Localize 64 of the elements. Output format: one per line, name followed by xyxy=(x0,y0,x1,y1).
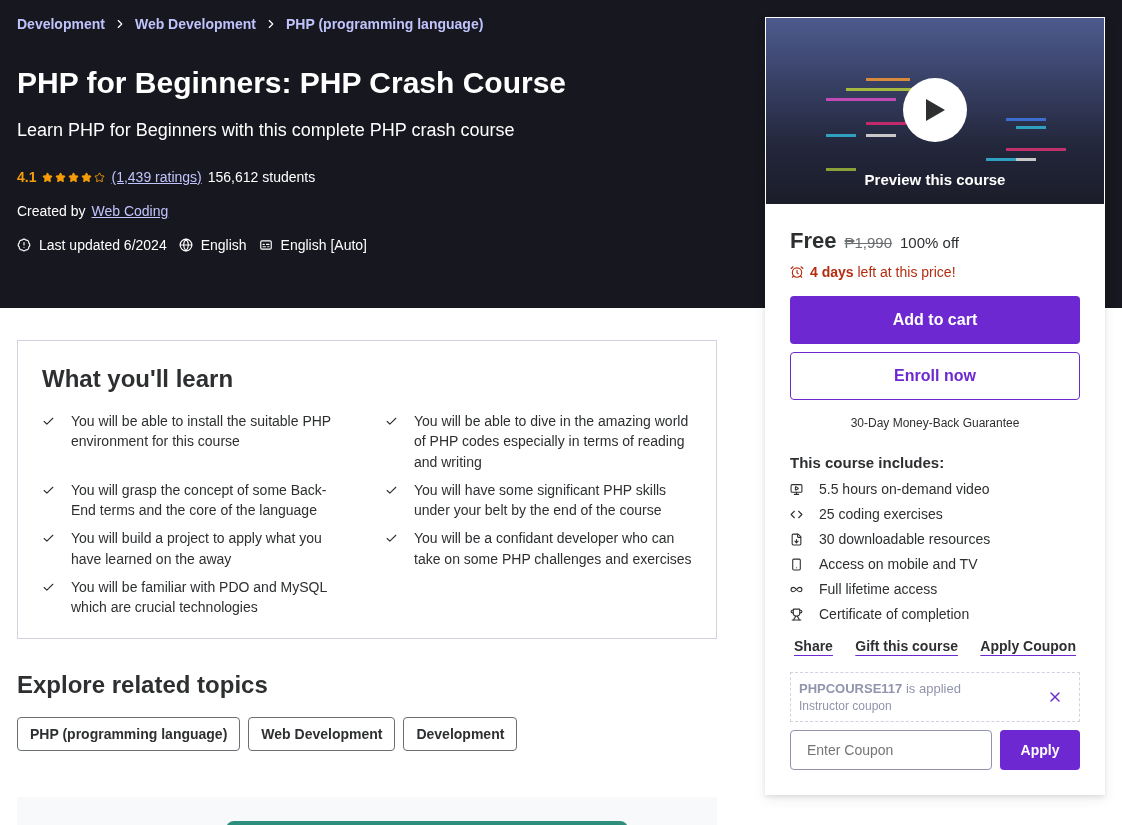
check-icon xyxy=(42,415,55,428)
action-link[interactable]: Apply Coupon xyxy=(980,638,1076,654)
feature-text: Access on mobile and TV xyxy=(819,556,978,572)
enroll-button[interactable]: Enroll now xyxy=(790,352,1080,400)
alarm-clock-icon xyxy=(790,265,804,279)
breadcrumb-link[interactable]: Development xyxy=(17,16,105,32)
action-link[interactable]: Gift this course xyxy=(855,638,958,654)
price: Free xyxy=(790,228,837,254)
breadcrumb-link[interactable]: PHP (programming language) xyxy=(286,16,484,32)
feature-text: 30 downloadable resources xyxy=(819,531,991,547)
feature-text: 25 coding exercises xyxy=(819,506,943,522)
learn-item-text: You will grasp the concept of some Back-End terms and the core of the language xyxy=(71,480,328,521)
feature-text: Certificate of completion xyxy=(819,606,970,622)
feature-text: 5.5 hours on-demand video xyxy=(819,481,990,497)
students-count: 156,612 students xyxy=(207,169,316,185)
globe-icon xyxy=(178,238,193,252)
includes-heading: This course includes: xyxy=(790,454,946,471)
coupon-status: PHPCOURSE117 is applied xyxy=(799,681,961,696)
video-thumbnail[interactable]: Preview this course xyxy=(766,18,1104,204)
feature-icon xyxy=(790,607,803,621)
topic-button[interactable]: Development xyxy=(403,716,518,751)
apply-button[interactable]: Apply xyxy=(1000,730,1080,770)
star-icon xyxy=(68,171,80,183)
captions-icon xyxy=(258,238,273,252)
learn-item-text: You will be able to dive in the amazing world of PHP codes especially in terms of reading and writing xyxy=(414,412,690,472)
original-price: ₱1,990 xyxy=(844,234,893,251)
learn-item-text: You will have some significant PHP skills under your belt by the end of the course xyxy=(414,480,668,521)
learn-item-text: You will be able to install the suitable PHP environment for this course xyxy=(71,412,332,452)
star-icon xyxy=(55,171,67,183)
star-icon xyxy=(94,171,106,183)
star-icon xyxy=(42,171,54,183)
guarantee-text: 30-Day Money-Back Guarantee xyxy=(849,416,1021,430)
action-link[interactable]: Share xyxy=(794,638,833,654)
last-updated: Last updated 6/2024 xyxy=(39,237,167,253)
coupon-note: Instructor coupon xyxy=(799,699,893,713)
created-by-label: Created by xyxy=(17,203,86,219)
star-icon xyxy=(81,171,93,183)
language: English xyxy=(200,237,247,253)
alert-badge-icon xyxy=(17,238,31,252)
feature-icon xyxy=(790,557,803,571)
discount: 100% off xyxy=(900,234,959,251)
play-icon xyxy=(923,97,947,123)
section-heading: Explore related topics xyxy=(17,670,269,699)
topic-button[interactable]: Web Development xyxy=(248,716,396,751)
section-heading: What you'll learn xyxy=(42,365,235,393)
feature-icon xyxy=(790,532,803,546)
learn-item-text: You will build a project to apply what you have learned on the away xyxy=(71,529,323,569)
topic-button[interactable]: PHP (programming language) xyxy=(17,716,241,751)
learn-item-text: You will be a confidant developer who can take on some PHP challenges and exercises xyxy=(414,529,692,569)
learn-item-text: You will be familiar with PDO and MySQL which are crucial technologies xyxy=(71,578,328,618)
captions-language: English [Auto] xyxy=(280,237,367,253)
preview-label: Preview this course xyxy=(864,171,1006,188)
timer-text: 4 days left at this price! xyxy=(810,264,956,280)
breadcrumb-link[interactable]: Web Development xyxy=(134,16,257,32)
ratings-link[interactable]: (1,439 ratings) xyxy=(111,169,202,185)
feature-text: Full lifetime access xyxy=(819,581,938,597)
coupon-input[interactable]: Enter Coupon xyxy=(790,730,992,770)
feature-icon xyxy=(790,482,803,496)
rating-value: 4.1 xyxy=(17,169,37,185)
course-title: PHP for Beginners: PHP Crash Course xyxy=(17,66,568,100)
instructor-link[interactable]: Web Coding xyxy=(91,203,169,219)
course-subtitle: Learn PHP for Beginners with this complete PHP crash course xyxy=(17,120,516,141)
check-icon xyxy=(385,415,398,428)
add-to-cart-button[interactable]: Add to cart xyxy=(790,296,1080,344)
